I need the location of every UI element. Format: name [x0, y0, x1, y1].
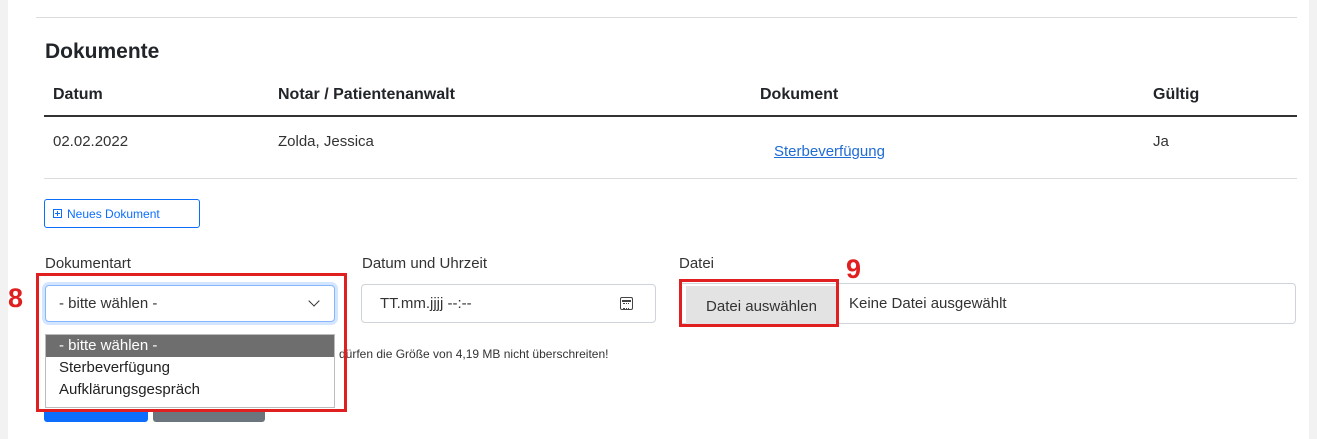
file-label: Datei [679, 255, 715, 272]
plus-square-icon [53, 209, 62, 218]
dokumentart-label: Dokumentart [45, 255, 131, 272]
table-row-rule [44, 178, 1297, 179]
cell-datum: 02.02.2022 [53, 133, 129, 150]
cell-notar: Zolda, Jessica [278, 133, 374, 150]
document-link[interactable]: Sterbeverfügung [774, 143, 885, 160]
datetime-label: Datum und Uhrzeit [362, 255, 488, 272]
annotation-box-9 [679, 279, 839, 327]
new-document-button[interactable]: Neues Dokument [44, 199, 200, 228]
new-document-label: Neues Dokument [67, 206, 160, 221]
column-header-notar: Notar / Patientenanwalt [278, 86, 455, 103]
file-status-text: Keine Datei ausgewählt [849, 295, 1007, 312]
calendar-icon[interactable] [620, 297, 633, 310]
annotation-box-8 [36, 273, 347, 412]
column-header-gueltig: Gültig [1153, 86, 1200, 103]
column-header-datum: Datum [53, 86, 103, 103]
divider [36, 17, 1297, 18]
secondary-button[interactable] [153, 412, 265, 422]
datetime-placeholder: TT.mm.jjjj --:-- [380, 295, 472, 312]
cell-gueltig: Ja [1153, 133, 1169, 150]
annotation-step-9: 9 [846, 254, 862, 284]
annotation-step-8: 8 [8, 283, 24, 313]
file-size-hint: dürfen die Größe von 4,19 MB nicht übers… [339, 347, 609, 361]
primary-button[interactable] [44, 412, 148, 422]
column-header-dokument: Dokument [760, 86, 839, 103]
table-header-rule [44, 115, 1297, 117]
section-title: Dokumente [45, 40, 160, 63]
datetime-input[interactable]: TT.mm.jjjj --:-- [361, 284, 656, 323]
